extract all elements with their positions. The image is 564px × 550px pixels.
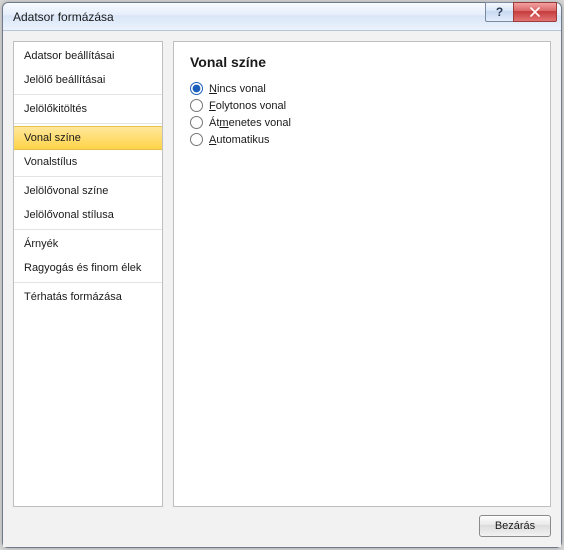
window-title: Adatsor formázása <box>13 10 114 24</box>
sidebar-separator <box>14 229 162 230</box>
window-close-button[interactable] <box>513 2 557 22</box>
sidebar-item-1[interactable]: Jelölő beállításai <box>14 68 162 92</box>
sidebar-item-label: Térhatás formázása <box>24 291 122 303</box>
radio-input[interactable] <box>190 133 203 146</box>
sidebar-item-2[interactable]: Jelölőkitöltés <box>14 97 162 121</box>
radio-input[interactable] <box>190 82 203 95</box>
panel-heading: Vonal színe <box>190 54 534 70</box>
sidebar-item-label: Jelölővonal stílusa <box>24 209 114 221</box>
dialog-window: Adatsor formázása ? Adatsor beállításai J… <box>2 2 562 548</box>
sidebar-item-label: Jelölővonal színe <box>24 185 108 197</box>
sidebar-item-label: Vonalstílus <box>24 156 77 168</box>
dialog-footer: Bezárás <box>13 507 551 537</box>
close-button[interactable]: Bezárás <box>479 515 551 537</box>
client-area: Adatsor beállításai Jelölő beállításai Jel… <box>3 31 561 547</box>
sidebar-item-7[interactable]: Árnyék <box>14 232 162 256</box>
radio-option-2[interactable]: Átmenetes vonal <box>190 114 534 131</box>
help-icon: ? <box>496 5 503 19</box>
sidebar-item-5[interactable]: Jelölővonal színe <box>14 179 162 203</box>
sidebar-item-6[interactable]: Jelölővonal stílusa <box>14 203 162 227</box>
help-button[interactable]: ? <box>485 2 513 22</box>
content-panel: Vonal színe Nincs vonal Folytonos vonal Át… <box>173 41 551 507</box>
category-sidebar: Adatsor beállításai Jelölő beállításai Jel… <box>13 41 163 507</box>
title-controls: ? <box>485 2 557 22</box>
sidebar-separator <box>14 282 162 283</box>
radio-option-3[interactable]: Automatikus <box>190 131 534 148</box>
radio-option-1[interactable]: Folytonos vonal <box>190 97 534 114</box>
radio-option-0[interactable]: Nincs vonal <box>190 80 534 97</box>
sidebar-separator <box>14 176 162 177</box>
sidebar-item-9[interactable]: Térhatás formázása <box>14 285 162 309</box>
titlebar: Adatsor formázása ? <box>3 3 561 31</box>
radio-label: Folytonos vonal <box>209 100 286 112</box>
sidebar-item-label: Jelölőkitöltés <box>24 103 87 115</box>
radio-input[interactable] <box>190 99 203 112</box>
body-row: Adatsor beállításai Jelölő beállításai Jel… <box>13 41 551 507</box>
sidebar-item-8[interactable]: Ragyogás és finom élek <box>14 256 162 280</box>
sidebar-item-label: Jelölő beállításai <box>24 74 105 86</box>
sidebar-item-label: Ragyogás és finom élek <box>24 262 141 274</box>
sidebar-item-label: Vonal színe <box>24 132 81 144</box>
sidebar-item-0[interactable]: Adatsor beállításai <box>14 44 162 68</box>
radio-input[interactable] <box>190 116 203 129</box>
radio-group-line-color: Nincs vonal Folytonos vonal Átmenetes vona… <box>190 80 534 148</box>
sidebar-item-4[interactable]: Vonalstílus <box>14 150 162 174</box>
sidebar-item-3[interactable]: Vonal színe <box>14 126 162 150</box>
sidebar-item-label: Adatsor beállításai <box>24 50 115 62</box>
sidebar-separator <box>14 94 162 95</box>
close-button-label: Bezárás <box>495 520 535 532</box>
sidebar-item-label: Árnyék <box>24 238 58 250</box>
close-icon <box>529 7 541 17</box>
radio-label: Átmenetes vonal <box>209 117 291 129</box>
sidebar-separator <box>14 123 162 124</box>
radio-label: Nincs vonal <box>209 83 266 95</box>
radio-label: Automatikus <box>209 134 270 146</box>
